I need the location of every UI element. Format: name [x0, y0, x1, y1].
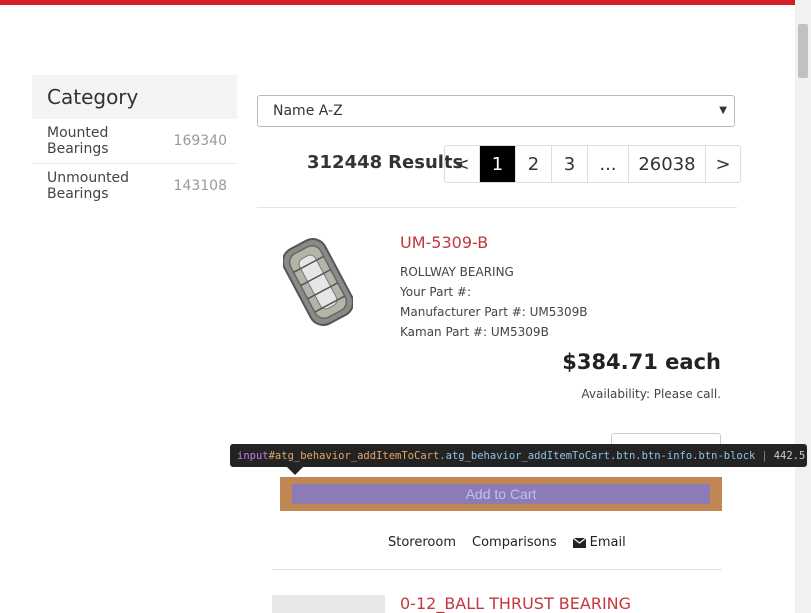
email-link[interactable]: Email	[572, 535, 626, 550]
tooltip-separator: |	[761, 449, 768, 462]
category-item-unmounted[interactable]: Unmounted Bearings 143108	[32, 164, 237, 208]
category-item-label: Unmounted Bearings	[47, 170, 130, 202]
divider	[272, 569, 722, 570]
category-item-count: 169340	[173, 133, 227, 149]
category-item-label: Mounted Bearings	[47, 125, 109, 157]
category-heading: Category	[32, 75, 237, 119]
pagination-page-3[interactable]: 3	[551, 146, 587, 182]
product-image[interactable]	[272, 595, 385, 613]
email-label: Email	[589, 535, 626, 550]
product-actions: Storeroom Comparisons Email	[388, 535, 626, 550]
product-details: ROLLWAY BEARING Your Part #: Manufacture…	[400, 262, 588, 342]
kaman-part-number: Kaman Part #: UM5309B	[400, 325, 549, 339]
product-title-link[interactable]: UM-5309-B	[400, 233, 488, 252]
product-title-link[interactable]: 0-12_BALL THRUST BEARING	[400, 594, 631, 613]
add-to-cart-button[interactable]: Add to Cart	[292, 484, 710, 504]
pagination-page-2[interactable]: 2	[515, 146, 551, 182]
sort-select[interactable]: Name A-Z ▼	[257, 95, 735, 127]
tooltip-classes: .atg_behavior_addItemToCart.btn.btn-info…	[439, 449, 756, 462]
pagination-ellipsis: ...	[587, 146, 628, 182]
dropdown-arrow-icon: ▼	[719, 105, 727, 116]
storeroom-link[interactable]: Storeroom	[388, 535, 456, 550]
pagination-next[interactable]: >	[705, 146, 740, 182]
results-number: 312448	[307, 152, 383, 173]
divider	[257, 207, 737, 208]
tooltip-tag: input	[237, 449, 269, 462]
sort-selected-value: Name A-Z	[273, 103, 343, 119]
category-item-mounted[interactable]: Mounted Bearings 169340	[32, 119, 237, 164]
pagination-last-page[interactable]: 26038	[628, 146, 705, 182]
your-part-number: Your Part #:	[400, 285, 472, 299]
pagination: < 1 2 3 ... 26038 >	[444, 145, 741, 183]
scrollbar-thumb[interactable]	[798, 24, 808, 78]
tooltip-arrow	[287, 467, 303, 475]
product-price: $384.71 each	[562, 350, 721, 374]
product-description: ROLLWAY BEARING	[400, 265, 514, 279]
top-accent-bar	[0, 0, 795, 5]
product-image[interactable]	[283, 232, 353, 332]
category-item-count: 143108	[173, 178, 227, 194]
vertical-scrollbar[interactable]	[795, 0, 811, 613]
manufacturer-part-number: Manufacturer Part #: UM5309B	[400, 305, 588, 319]
pagination-page-1[interactable]: 1	[479, 146, 515, 182]
results-count: 312448 Results	[307, 152, 463, 173]
pagination-prev[interactable]: <	[445, 146, 479, 182]
devtools-inspect-tooltip: input #atg_behavior_addItemToCart .atg_beh…	[230, 444, 807, 467]
tooltip-dimensions: 442.5 × 34	[773, 449, 807, 462]
tooltip-id: #atg_behavior_addItemToCart	[268, 449, 440, 462]
product-availability: Availability: Please call.	[581, 387, 721, 401]
category-sidebar: Category Mounted Bearings 169340 Unmount…	[32, 75, 237, 208]
comparisons-link[interactable]: Comparisons	[472, 535, 557, 550]
envelope-icon	[572, 537, 586, 548]
